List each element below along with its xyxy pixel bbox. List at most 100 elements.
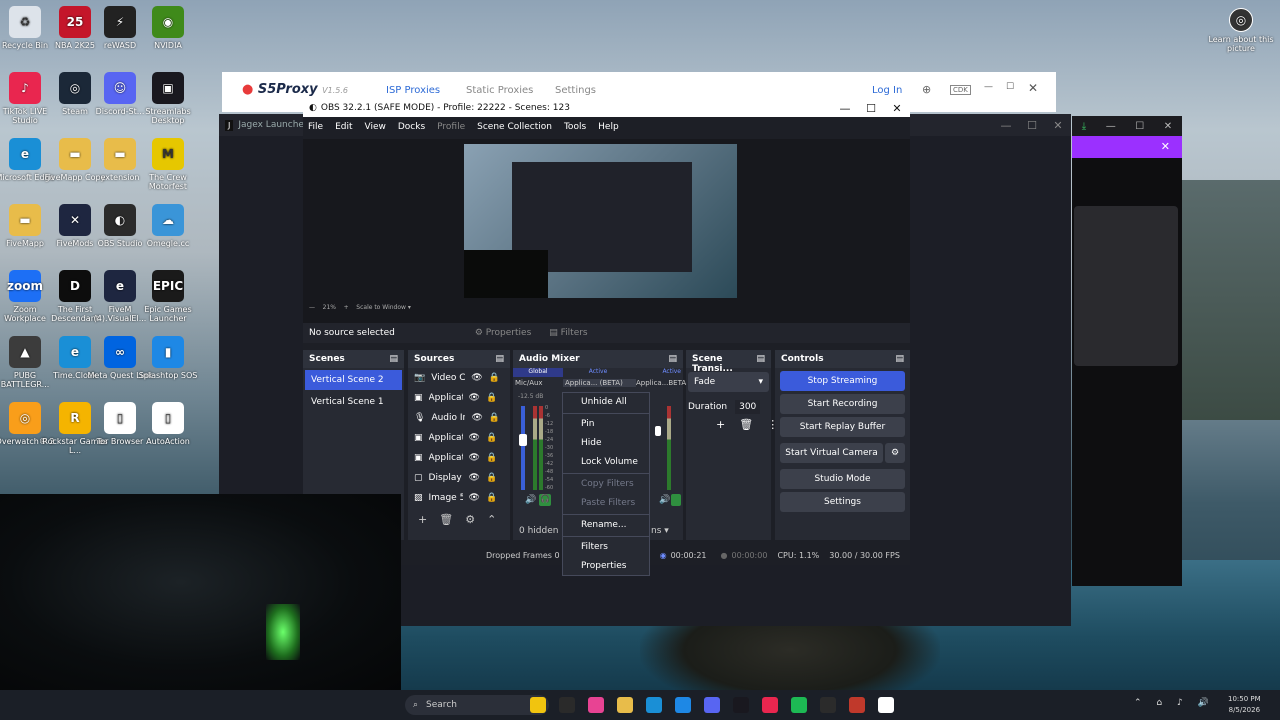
scene-item[interactable]: Vertical Scene 1 <box>305 392 402 412</box>
channel-application-1[interactable]: Applica... (BETA) <box>563 379 636 387</box>
active-tab-2[interactable]: Active <box>633 368 683 377</box>
taskbar-app-icon[interactable] <box>878 697 894 713</box>
taskbar-app-icon[interactable] <box>704 697 720 713</box>
eye-icon[interactable]: 👁 <box>469 453 480 463</box>
start-replay-buffer-button[interactable]: Start Replay Buffer <box>780 417 905 437</box>
scene-item[interactable]: Vertical Scene 2 <box>305 370 402 390</box>
lock-icon[interactable]: 🔒 <box>489 413 500 423</box>
taskbar-app-icon[interactable] <box>820 697 836 713</box>
taskbar-app-icon[interactable] <box>762 697 778 713</box>
eye-icon[interactable]: 👁 <box>471 413 482 423</box>
properties-button[interactable]: ⚙ Properties <box>475 328 531 338</box>
eye-icon[interactable]: 👁 <box>469 433 480 443</box>
dock-menu-icon[interactable]: ▤ <box>495 354 504 364</box>
obs-window-controls[interactable]: — ☐ ✕ <box>832 102 910 115</box>
learn-about-picture[interactable]: ◎ Learn about this picture <box>1208 8 1274 53</box>
desktop-icon[interactable]: EPIC Epic Games Launcher <box>135 270 201 323</box>
source-item[interactable]: ▣Applicat...👁🔒 <box>408 428 510 448</box>
app-mute-icon[interactable]: 🔊 <box>659 495 670 505</box>
close-icon[interactable]: ✕ <box>1028 81 1038 95</box>
jagex-window-controls[interactable]: — ☐ ✕ <box>993 119 1071 132</box>
close-icon[interactable]: ✕ <box>1164 121 1172 132</box>
close-icon[interactable]: ✕ <box>884 102 910 115</box>
preview-area[interactable]: — 21% + Scale to Window ▾ <box>303 139 910 324</box>
taskbar-app-icon[interactable] <box>646 697 662 713</box>
app-slider-handle[interactable] <box>655 426 661 436</box>
preview-canvas[interactable] <box>464 144 737 298</box>
dock-menu-icon[interactable]: ▤ <box>756 354 765 364</box>
maximize-icon[interactable]: ☐ <box>858 102 884 115</box>
source-item[interactable]: ▣Applicat...👁🔒 <box>408 448 510 468</box>
lock-icon[interactable]: 🔒 <box>489 373 500 383</box>
menu-paste-filters[interactable]: Paste Filters <box>563 494 649 513</box>
taskbar-app-icon[interactable] <box>559 697 575 713</box>
add-icon[interactable]: + <box>418 513 427 526</box>
download-icon[interactable]: ⤓ <box>1082 121 1086 132</box>
dock-menu-icon[interactable]: ▤ <box>895 354 904 364</box>
transitions-more[interactable]: ns ▾ <box>651 526 669 536</box>
mic-slider-handle[interactable] <box>519 434 527 446</box>
source-item[interactable]: ▢ Display 👁 🔒 <box>408 468 510 488</box>
settings-button[interactable]: Settings <box>780 492 905 512</box>
mic-volume-slider[interactable] <box>521 406 525 490</box>
menu-item[interactable]: File <box>308 122 323 132</box>
upload-icon[interactable]: ⊕ <box>922 83 931 96</box>
menu-item[interactable]: Edit <box>335 122 352 132</box>
maximize-icon[interactable]: ☐ <box>1006 82 1014 92</box>
nav-static-proxies[interactable]: Static Proxies <box>466 85 533 96</box>
dock-menu-icon[interactable]: ▤ <box>389 354 398 364</box>
cdk-button[interactable]: CDK <box>950 85 971 95</box>
source-item[interactable]: 📷Video C...👁🔒 <box>408 368 510 388</box>
app-monitor-icon[interactable] <box>671 494 681 506</box>
minimize-icon[interactable]: — <box>832 102 858 115</box>
lock-icon[interactable]: 🔒 <box>486 433 497 443</box>
trash-icon[interactable]: 🗑 <box>439 513 453 526</box>
minimize-icon[interactable]: — <box>1106 121 1116 132</box>
search-box[interactable]: ⌕ Search <box>405 695 549 715</box>
tray-icons[interactable]: ⌃ ⌂ ♪ 🔊 <box>1134 698 1215 708</box>
menu-properties[interactable]: Properties <box>563 557 649 576</box>
desktop-icon[interactable]: ▯ AutoAction <box>135 402 201 446</box>
taskbar-app-icon[interactable] <box>617 697 633 713</box>
taskbar-app-icon[interactable] <box>733 697 749 713</box>
taskbar-app-icon[interactable] <box>849 697 865 713</box>
mic-mute-icon[interactable]: 🔊 <box>525 495 536 505</box>
preview-zoom-bar[interactable]: — 21% + Scale to Window ▾ <box>309 304 411 311</box>
source-item[interactable]: ▨ Image 5 👁 🔒 <box>408 488 510 508</box>
menu-item[interactable]: Docks <box>398 122 425 132</box>
menu-item[interactable]: Profile <box>437 122 465 132</box>
gear-icon[interactable]: ⚙ <box>465 513 475 526</box>
lock-icon[interactable]: 🔒 <box>486 393 497 403</box>
lock-icon[interactable]: 🔒 <box>486 453 497 463</box>
lock-icon[interactable]: 🔒 <box>486 493 497 503</box>
desktop-icon[interactable]: M The Crew Motorfest <box>135 138 201 191</box>
eye-icon[interactable]: 👁 <box>469 393 480 403</box>
eye-icon[interactable]: 👁 <box>469 473 480 483</box>
menu-filters[interactable]: Filters <box>563 538 649 557</box>
menu-item[interactable]: Help <box>598 122 619 132</box>
desktop-icon[interactable]: ◉ NVIDIA <box>135 6 201 50</box>
nav-isp-proxies[interactable]: ISP Proxies <box>386 85 440 96</box>
eye-icon[interactable]: 👁 <box>469 493 480 503</box>
menu-hide[interactable]: Hide <box>563 434 649 453</box>
eye-icon[interactable]: 👁 <box>471 373 482 383</box>
taskbar-app-icon[interactable] <box>530 697 546 713</box>
lock-icon[interactable]: 🔒 <box>486 473 497 483</box>
trash-icon[interactable]: 🗑 <box>739 418 753 431</box>
menu-item[interactable]: View <box>365 122 386 132</box>
desktop-icon[interactable]: ▮ Splashtop SOS <box>135 336 201 380</box>
menu-item[interactable]: Tools <box>564 122 586 132</box>
gear-icon[interactable]: ⚙ <box>885 443 905 463</box>
login-link[interactable]: Log In <box>872 85 902 96</box>
mic-monitor-icon[interactable]: 🎧 <box>539 494 551 506</box>
global-tab[interactable]: Global <box>513 368 563 377</box>
channel-mic-aux[interactable]: Mic/Aux <box>513 379 563 387</box>
taskbar-app-icon[interactable] <box>791 697 807 713</box>
active-tab[interactable]: Active <box>563 368 633 377</box>
menu-rename[interactable]: Rename... <box>563 516 649 535</box>
menu-pin[interactable]: Pin <box>563 415 649 434</box>
source-item[interactable]: ▣Applicat...👁🔒 <box>408 388 510 408</box>
menu-item[interactable]: Scene Collection <box>477 122 552 132</box>
stop-streaming-button[interactable]: Stop Streaming <box>780 371 905 391</box>
add-icon[interactable]: + <box>716 418 725 431</box>
